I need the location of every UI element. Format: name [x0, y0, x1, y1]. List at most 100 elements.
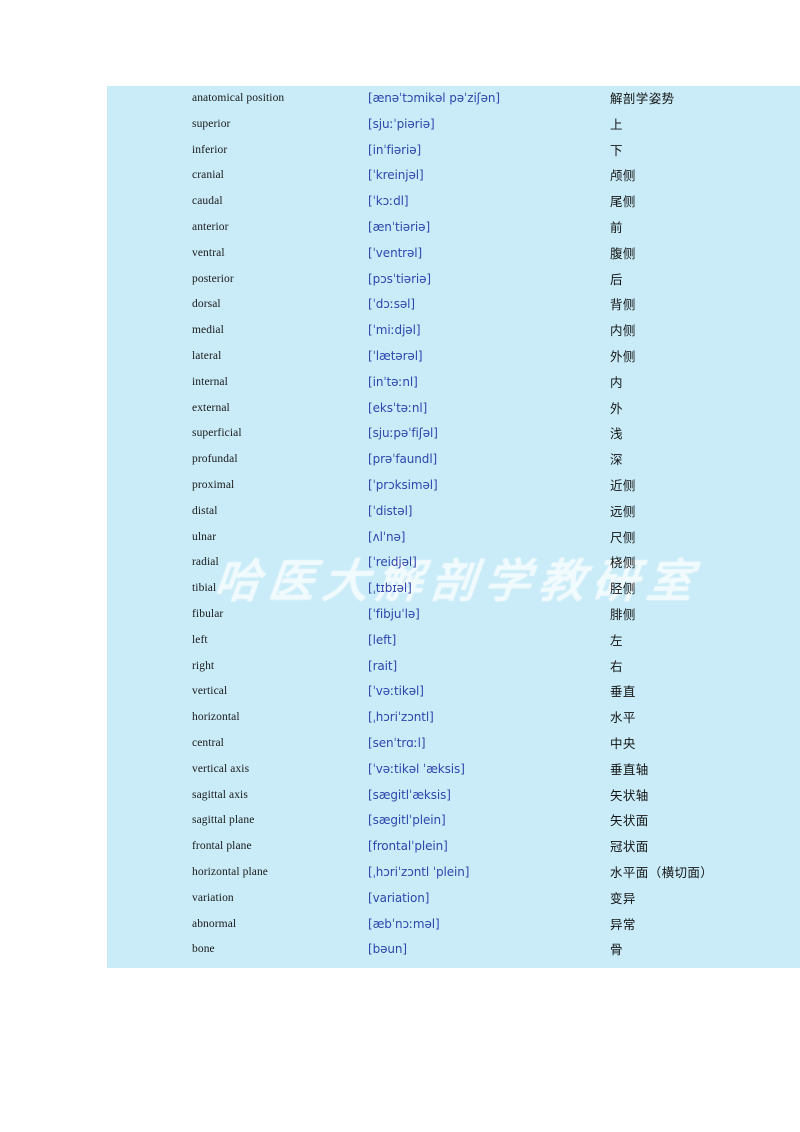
phonetic-label: [ˈkreinjəl] [368, 168, 424, 183]
chinese-label: 外侧 [610, 348, 636, 364]
phonetic-label: [sægitlˈplein] [368, 813, 446, 828]
table-row: central [senˈtrɑːl] 中央 [107, 731, 800, 757]
table-row: right [rait] 右 [107, 654, 800, 680]
chinese-label: 矢状轴 [610, 787, 649, 803]
table-row: external [eksˈtəːnl] 外 [107, 396, 800, 422]
document-page: 哈医大解剖学教研室 anatomical position [ænəˈtɔmikə… [0, 0, 800, 1132]
term-label: caudal [192, 195, 223, 208]
term-label: vertical [192, 685, 228, 698]
chinese-label: 腹侧 [610, 245, 636, 261]
table-row: distal [ˈdistəl] 远侧 [107, 499, 800, 525]
term-label: external [192, 401, 230, 414]
term-label: anatomical position [192, 92, 285, 104]
term-label: tibial [192, 582, 217, 595]
term-label: vertical axis [192, 762, 250, 775]
term-label: variation [192, 891, 234, 904]
phonetic-label: [ænˈtiəriə] [368, 219, 431, 234]
term-label: lateral [192, 349, 222, 362]
table-row: inferior [inˈfiəriə] 下 [107, 138, 800, 164]
table-row: fibular [ˈfibjuˈlə] 腓侧 [107, 602, 800, 628]
term-label: bone [192, 943, 215, 956]
phonetic-label: [ˈmiːdjəl] [368, 323, 421, 338]
term-label: left [192, 633, 208, 646]
term-label: abnormal [192, 917, 237, 930]
term-label: distal [192, 504, 218, 517]
phonetic-label: [æbˈnɔːməl] [368, 916, 440, 931]
chinese-label: 颅侧 [610, 168, 636, 184]
table-row: abnormal [æbˈnɔːməl] 异常 [107, 912, 800, 938]
table-row: sagittal axis [sægitlˈæksis] 矢状轴 [107, 783, 800, 809]
phonetic-label: [frontalˈplein] [368, 839, 448, 854]
phonetic-label: [prəˈfaundl] [368, 452, 438, 467]
phonetic-label: [ˈfibjuˈlə] [368, 606, 420, 621]
table-row: superficial [sjuːpəˈfiʃəl] 浅 [107, 421, 800, 447]
phonetic-label: [ˌhɔriˈzɔntl] [368, 710, 434, 725]
table-row: lateral [ˈlætərəl] 外侧 [107, 344, 800, 370]
chinese-label: 水平面（横切面） [610, 864, 714, 880]
table-row: frontal plane [frontalˈplein] 冠状面 [107, 834, 800, 860]
chinese-label: 桡侧 [610, 555, 636, 571]
table-row: internal [inˈtəːnl] 内 [107, 370, 800, 396]
phonetic-label: [ʌlˈnə] [368, 529, 406, 544]
chinese-label: 骨 [610, 942, 623, 958]
term-label: fibular [192, 607, 224, 620]
chinese-label: 外 [610, 400, 623, 416]
phonetic-label: [ˈdɔːsəl] [368, 297, 415, 312]
table-row: posterior [pɔsˈtiəriə] 后 [107, 267, 800, 293]
table-row: profundal [prəˈfaundl] 深 [107, 447, 800, 473]
term-label: central [192, 736, 224, 749]
phonetic-label: [ænəˈtɔmikəl pəˈziʃən] [368, 91, 500, 105]
table-row: vertical [ˈvəːtikəl] 垂直 [107, 679, 800, 705]
vocabulary-table-panel: 哈医大解剖学教研室 anatomical position [ænəˈtɔmikə… [107, 86, 800, 968]
phonetic-label: [ˌhɔriˈzɔntl ˈplein] [368, 864, 470, 879]
chinese-label: 深 [610, 452, 623, 468]
term-label: frontal plane [192, 840, 252, 853]
chinese-label: 尺侧 [610, 529, 636, 545]
chinese-label: 腓侧 [610, 606, 636, 622]
table-row: ventral [ˈventrəl] 腹侧 [107, 241, 800, 267]
table-row: radial [ˈreidjəl] 桡侧 [107, 550, 800, 576]
phonetic-label: [ˈprɔksiməl] [368, 477, 438, 492]
table-row: horizontal [ˌhɔriˈzɔntl] 水平 [107, 705, 800, 731]
term-label: horizontal plane [192, 865, 269, 878]
chinese-label: 近侧 [610, 477, 636, 493]
term-label: ventral [192, 246, 225, 259]
term-label: profundal [192, 453, 238, 466]
table-row: variation [variation] 变异 [107, 886, 800, 912]
table-row: bone [bəun] 骨 [107, 937, 800, 963]
chinese-label: 变异 [610, 890, 636, 906]
phonetic-label: [left] [368, 632, 397, 647]
chinese-label: 内 [610, 374, 623, 390]
chinese-label: 垂直轴 [610, 761, 649, 777]
chinese-label: 右 [610, 658, 623, 674]
table-row: tibial [ˌtɪbɪəl] 胫侧 [107, 576, 800, 602]
term-label: sagittal plane [192, 814, 255, 827]
phonetic-label: [inˈfiəriə] [368, 142, 422, 157]
phonetic-label: [sægitlˈæksis] [368, 787, 451, 802]
table-row: horizontal plane [ˌhɔriˈzɔntl ˈplein] 水平面（… [107, 860, 800, 886]
chinese-label: 下 [610, 142, 623, 158]
term-label: posterior [192, 272, 234, 285]
table-row: caudal [ˈkɔːdl] 尾侧 [107, 189, 800, 215]
term-label: right [192, 659, 215, 672]
phonetic-label: [ˈlætərəl] [368, 348, 423, 363]
term-label: horizontal [192, 711, 240, 724]
chinese-label: 前 [610, 219, 623, 235]
phonetic-label: [ˈvəːtikəl ˈæksis] [368, 761, 465, 776]
phonetic-label: [eksˈtəːnl] [368, 400, 428, 415]
phonetic-label: [ˌtɪbɪəl] [368, 581, 412, 596]
term-label: superficial [192, 427, 242, 440]
phonetic-label: [variation] [368, 890, 430, 905]
chinese-label: 矢状面 [610, 813, 649, 829]
term-label: dorsal [192, 298, 221, 311]
term-label: inferior [192, 143, 228, 156]
chinese-label: 胫侧 [610, 581, 636, 597]
chinese-label: 解剖学姿势 [610, 91, 675, 106]
table-row: ulnar [ʌlˈnə] 尺侧 [107, 525, 800, 551]
table-row: left [left] 左 [107, 628, 800, 654]
table-row: vertical axis [ˈvəːtikəl ˈæksis] 垂直轴 [107, 757, 800, 783]
chinese-label: 上 [610, 116, 623, 132]
table-row: anatomical position [ænəˈtɔmikəl pəˈziʃən… [107, 86, 800, 112]
phonetic-label: [inˈtəːnl] [368, 374, 418, 389]
chinese-label: 水平 [610, 710, 636, 726]
